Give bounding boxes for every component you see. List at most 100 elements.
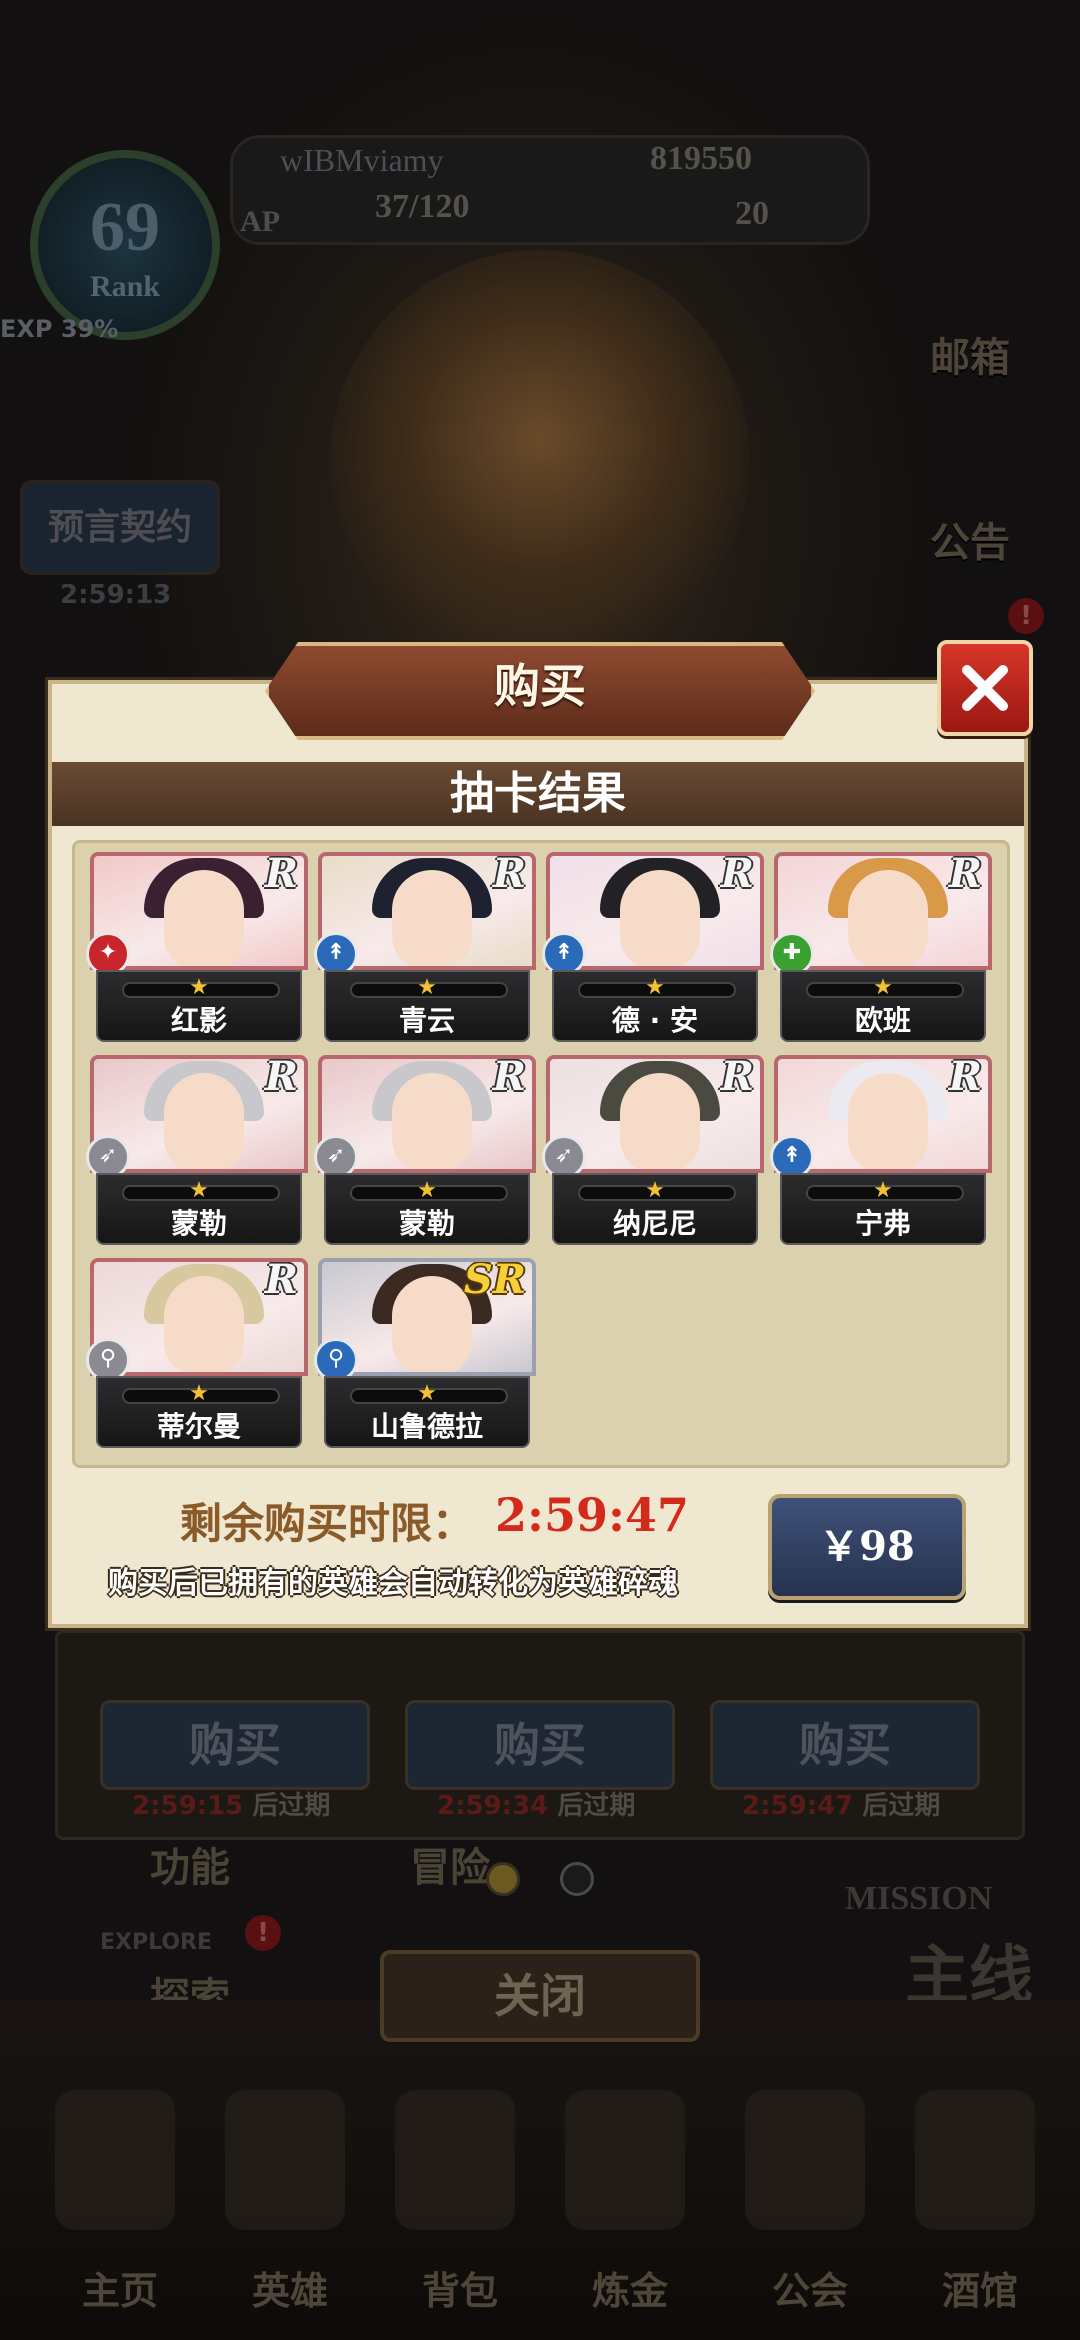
hero-name: 宁弗 [854, 1207, 911, 1240]
hero-name: 青云 [398, 1004, 455, 1037]
page-dot [560, 1862, 594, 1896]
hero-illustration [330, 250, 750, 670]
close-button[interactable]: 关闭 [380, 1950, 700, 2042]
notice-alert-icon: ! [1008, 598, 1044, 634]
hero-face [392, 870, 472, 966]
nav-bag-icon [395, 2090, 515, 2230]
expiry-3: 2:59:47 后过期 [742, 1791, 941, 1821]
hero-nameplate: ★ 欧班 [780, 970, 986, 1042]
conversion-note: 购买后已拥有的英雄会自动转化为英雄碎魂 [108, 1566, 678, 1601]
hero-card[interactable]: R ✦ ★ 红影 [86, 852, 308, 1042]
nav-hero-icon [225, 2090, 345, 2230]
timer-label: 剩余购买时限： [180, 1499, 475, 1548]
rank-badge: 69 Rank [30, 150, 220, 340]
hero-card[interactable]: R ⚲ ★ 蒂尔曼 [86, 1258, 308, 1448]
hero-card[interactable]: R ➶ ★ 纳尼尼 [542, 1055, 764, 1245]
rarity-badge: R [264, 1258, 298, 1303]
star-icon: ★ [873, 975, 893, 1000]
hero-face [848, 1073, 928, 1169]
hero-name: 蒙勒 [170, 1207, 227, 1240]
notice-button: 公告 [930, 520, 1010, 566]
hero-face [848, 870, 928, 966]
hero-card[interactable]: R ✚ ★ 欧班 [770, 852, 992, 1042]
adventure-button: 冒险 [410, 1845, 490, 1891]
expiry-1: 2:59:15 后过期 [132, 1791, 331, 1821]
hero-face [620, 870, 700, 966]
contract-timer: 2:59:13 [60, 580, 172, 610]
hero-nameplate: ★ 纳尼尼 [552, 1173, 758, 1245]
exp-label: EXP 39% [0, 315, 119, 343]
dialog-title: 购买 [494, 659, 586, 713]
rank-number: 69 [90, 189, 160, 266]
hero-name: 红影 [170, 1004, 227, 1037]
hero-nameplate: ★ 青云 [324, 970, 530, 1042]
star-icon: ★ [189, 1178, 209, 1203]
hero-face [620, 1073, 700, 1169]
buy-button-3: 购买 [710, 1700, 980, 1790]
nav-home: 主页 [81, 2269, 158, 2313]
hero-nameplate: ★ 蒂尔曼 [96, 1376, 302, 1448]
hero-face [392, 1073, 472, 1169]
nav-tavern-icon [915, 2090, 1035, 2230]
nav-bag: 背包 [421, 2269, 498, 2313]
rarity-badge: R [264, 1055, 298, 1100]
explore-alert-icon: ! [245, 1915, 281, 1951]
star-icon: ★ [417, 1381, 437, 1406]
star-icon: ★ [645, 1178, 665, 1203]
hero-name: 山鲁德拉 [370, 1410, 483, 1443]
hero-name: 蒙勒 [398, 1207, 455, 1240]
star-icon: ★ [873, 1178, 893, 1203]
price-buy-button[interactable]: ￥98 [768, 1494, 966, 1600]
hero-card[interactable]: R ↟ ★ 德 · 安 [542, 852, 764, 1042]
hero-name: 德 · 安 [611, 1004, 699, 1037]
rarity-badge: R [948, 852, 982, 897]
nav-alchemy: 炼金 [591, 2269, 668, 2313]
rarity-badge: R [948, 1055, 982, 1100]
nav-guild-icon [745, 2090, 865, 2230]
gold-amount: 819550 [650, 140, 752, 177]
star-icon: ★ [645, 975, 665, 1000]
nav-tavern: 酒馆 [941, 2269, 1018, 2313]
ap-value: 37/120 [375, 188, 470, 225]
gem-amount: 20 [735, 195, 769, 232]
nav-alchemy-icon [565, 2090, 685, 2230]
hero-card[interactable]: R ↟ ★ 宁弗 [770, 1055, 992, 1245]
hero-card[interactable]: SR ⚲ ★ 山鲁德拉 [314, 1258, 536, 1448]
hero-nameplate: ★ 德 · 安 [552, 970, 758, 1042]
close-x-icon[interactable] [937, 640, 1033, 736]
hero-card[interactable]: R ➶ ★ 蒙勒 [86, 1055, 308, 1245]
hero-name: 蒂尔曼 [156, 1410, 241, 1443]
star-icon: ★ [417, 975, 437, 1000]
function-button: 功能 [150, 1845, 230, 1891]
hero-nameplate: ★ 蒙勒 [96, 1173, 302, 1245]
rarity-badge: SR [463, 1258, 526, 1303]
hero-nameplate: ★ 蒙勒 [324, 1173, 530, 1245]
star-icon: ★ [189, 975, 209, 1000]
hero-nameplate: ★ 红影 [96, 970, 302, 1042]
hero-card[interactable]: R ➶ ★ 蒙勒 [314, 1055, 536, 1245]
star-icon: ★ [417, 1178, 437, 1203]
hero-face [164, 1276, 244, 1372]
hero-name: 纳尼尼 [612, 1207, 697, 1240]
hero-card[interactable]: R ↟ ★ 青云 [314, 852, 536, 1042]
rarity-badge: R [720, 1055, 754, 1100]
rarity-badge: R [492, 1055, 526, 1100]
hero-face [392, 1276, 472, 1372]
ap-label: AP [240, 205, 280, 238]
buy-button-1: 购买 [100, 1700, 370, 1790]
timer-value: 2:59:47 [495, 1488, 689, 1542]
nav-guild: 公会 [771, 2269, 848, 2313]
rank-label: Rank [89, 270, 161, 303]
nav-hero: 英雄 [251, 2269, 328, 2313]
explore-tag: EXPLORE [100, 1930, 213, 1955]
hero-name: 欧班 [854, 1004, 911, 1037]
hero-nameplate: ★ 宁弗 [780, 1173, 986, 1245]
page-dot-active [486, 1862, 520, 1896]
expiry-2: 2:59:34 后过期 [437, 1791, 636, 1821]
result-title: 抽卡结果 [450, 768, 626, 819]
buy-button-2: 购买 [405, 1700, 675, 1790]
rarity-badge: R [264, 852, 298, 897]
star-icon: ★ [189, 1381, 209, 1406]
hero-face [164, 1073, 244, 1169]
rarity-badge: R [492, 852, 526, 897]
